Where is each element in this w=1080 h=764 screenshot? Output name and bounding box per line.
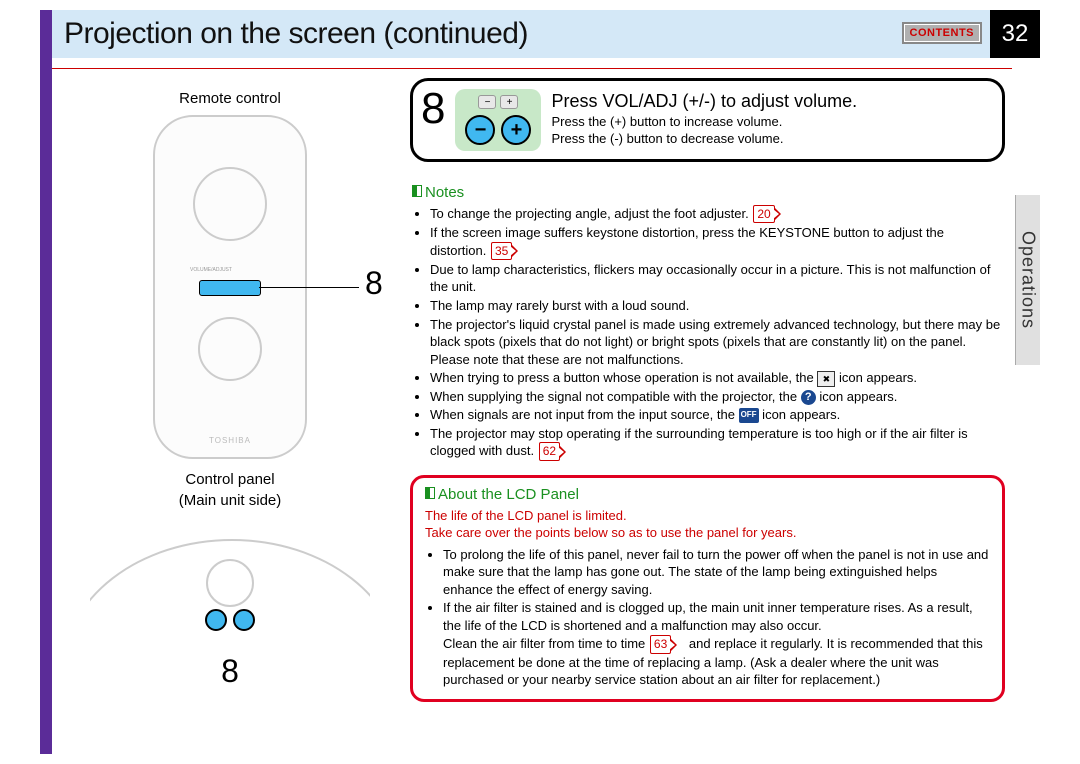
right-column: 8 − + − + Press VOL/ADJ (+/-) to adjust …: [410, 78, 1005, 702]
step-line-2: Press the (-) button to decrease volume.: [551, 131, 988, 148]
notes-list: To change the projecting angle, adjust t…: [412, 205, 1003, 461]
page-ref-62[interactable]: 62: [539, 442, 560, 460]
left-column: Remote control VOLUME/ADJUST 8 TOSHIBA C…: [75, 90, 385, 690]
note-item: The projector may stop operating if the …: [430, 425, 1003, 461]
lcd-heading: About the LCD Panel: [425, 486, 990, 503]
step-8-box: 8 − + − + Press VOL/ADJ (+/-) to adjust …: [410, 78, 1005, 162]
note-item: The lamp may rarely burst with a loud so…: [430, 297, 1003, 315]
page-header: Projection on the screen (continued): [52, 10, 1040, 58]
step-line-1: Press the (+) button to increase volume.: [551, 114, 988, 131]
remote-volume-highlight: [199, 280, 261, 296]
page-title: Projection on the screen (continued): [52, 17, 528, 51]
page-ref-20[interactable]: 20: [753, 205, 774, 223]
control-panel-figure: [90, 519, 370, 649]
small-minus-icon: −: [478, 95, 496, 109]
contents-button[interactable]: CONTENTS: [902, 22, 983, 44]
question-icon: ?: [801, 390, 816, 405]
lcd-red-text-1: The life of the LCD panel is limited.: [425, 507, 990, 525]
lcd-red-text-2: Take care over the points below so as to…: [425, 524, 990, 542]
page-number: 32: [990, 10, 1040, 58]
callout-step-8-remote: 8: [365, 265, 383, 302]
small-plus-icon: +: [500, 95, 518, 109]
step-number: 8: [421, 87, 445, 131]
note-item: Due to lamp characteristics, flickers ma…: [430, 261, 1003, 296]
remote-control-label: Remote control: [75, 90, 385, 107]
lcd-panel-box: About the LCD Panel The life of the LCD …: [410, 475, 1005, 702]
notes-section: Notes To change the projecting angle, ad…: [410, 184, 1005, 461]
page-ref-35[interactable]: 35: [491, 242, 512, 260]
note-item: When signals are not input from the inpu…: [430, 406, 1003, 424]
note-item: The projector's liquid crystal panel is …: [430, 316, 1003, 369]
step-heading: Press VOL/ADJ (+/-) to adjust volume.: [551, 91, 988, 112]
callout-step-8-panel: 8: [75, 653, 385, 690]
lcd-item: To prolong the life of this panel, never…: [443, 546, 990, 599]
remote-figure: VOLUME/ADJUST 8 TOSHIBA: [153, 115, 307, 459]
control-panel-label: Control panel (Main unit side): [75, 469, 385, 511]
minus-icon: −: [465, 115, 495, 145]
note-item: When supplying the signal not compatible…: [430, 388, 1003, 406]
note-item: To change the projecting angle, adjust t…: [430, 205, 1003, 223]
note-item: If the screen image suffers keystone dis…: [430, 224, 1003, 260]
lcd-item: Clean the air filter from time to time 6…: [425, 635, 990, 688]
red-rule: [52, 68, 1012, 69]
control-panel-volume-highlight: [205, 609, 255, 631]
note-item: When trying to press a button whose oper…: [430, 369, 1003, 387]
not-available-icon: ✖: [817, 371, 835, 387]
page-ref-63[interactable]: 63: [650, 635, 671, 653]
off-icon: OFF: [739, 408, 759, 423]
step-volume-icons: − + − +: [455, 89, 541, 151]
side-tab-operations[interactable]: Operations: [1015, 195, 1040, 365]
lcd-item: If the air filter is stained and is clog…: [443, 599, 990, 634]
plus-icon: +: [501, 115, 531, 145]
contents-button-label: CONTENTS: [906, 26, 979, 40]
purple-sidebar: [40, 10, 52, 754]
notes-heading: Notes: [412, 184, 1003, 201]
lcd-list: To prolong the life of this panel, never…: [425, 546, 990, 635]
